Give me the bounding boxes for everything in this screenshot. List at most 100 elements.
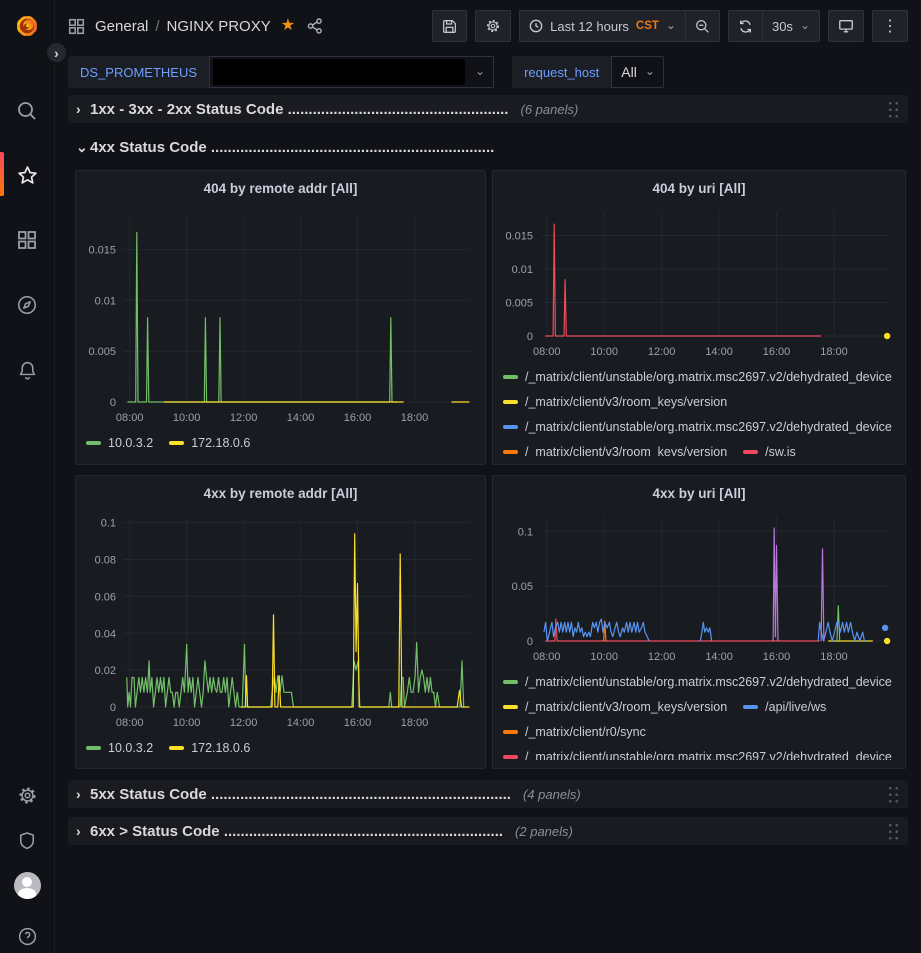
breadcrumb-dashboard-title: NGINX PROXY (167, 18, 271, 35)
grafana-dashboard: › General / NGINX PROXY ★ (0, 0, 921, 953)
legend-series-color (503, 400, 518, 404)
panel-legend: 10.0.3.2 172.18.0.6 (86, 735, 475, 760)
legend-item[interactable]: 172.18.0.6 (169, 735, 250, 760)
row-6xx[interactable]: › 6xx > Status Code ....................… (68, 817, 908, 845)
svg-text:16:00: 16:00 (763, 346, 791, 358)
legend-item[interactable]: /_matrix/client/unstable/org.matrix.msc2… (503, 414, 892, 439)
chevron-down-icon: ⌄ (475, 68, 485, 75)
dashboard-settings-button[interactable] (475, 10, 511, 42)
legend-series-label: /_matrix/client/v3/room_keys/version (525, 445, 727, 456)
sidebar-item-explore[interactable] (0, 288, 54, 322)
legend-series-color (743, 450, 758, 454)
svg-text:10:00: 10:00 (173, 412, 201, 424)
legend-series-label: 172.18.0.6 (191, 436, 250, 450)
variable-label-ds-prometheus[interactable]: DS_PROMETHEUS (68, 56, 209, 88)
save-dashboard-button[interactable] (432, 10, 467, 42)
row-dots: ........................................… (288, 101, 509, 118)
row-drag-handle[interactable] (887, 822, 900, 841)
sidebar (0, 0, 55, 953)
sidebar-item-starred[interactable] (0, 158, 54, 192)
row-title: 5xx Status Code (90, 786, 207, 803)
row-title: 6xx > Status Code (90, 823, 220, 840)
zoom-out-button[interactable] (685, 10, 720, 42)
svg-text:0.04: 0.04 (95, 628, 116, 640)
breadcrumb-separator: / (155, 18, 159, 35)
timeseries-chart[interactable]: 00.050.108:0010:0012:0014:0016:0018:00 (503, 507, 895, 667)
legend-series-color (169, 441, 184, 445)
breadcrumb-folder[interactable]: General (95, 18, 148, 35)
panel-title[interactable]: 404 by remote addr [All] (86, 178, 475, 202)
panel-4xx-by-uri: 4xx by uri [All] 00.050.108:0010:0012:00… (492, 475, 906, 769)
request-host-select[interactable]: All ⌄ (611, 56, 664, 88)
chevron-down-icon: ⌄ (800, 22, 810, 29)
redacted-value (213, 59, 465, 85)
server-admin-shield-icon[interactable] (0, 823, 54, 857)
legend-series-label: /sw.js (765, 445, 796, 456)
row-1xx-3xx-2xx[interactable]: › 1xx - 3xx - 2xx Status Code ..........… (68, 95, 908, 123)
legend-item[interactable]: /sw.js (743, 439, 796, 456)
svg-text:0.005: 0.005 (505, 298, 533, 310)
datasource-select[interactable]: ⌄ (209, 56, 494, 88)
legend-series-label: 10.0.3.2 (108, 741, 153, 755)
svg-text:0.1: 0.1 (101, 518, 116, 530)
cycle-view-mode-button[interactable] (828, 10, 864, 42)
svg-text:14:00: 14:00 (705, 346, 733, 358)
svg-text:0.01: 0.01 (95, 295, 116, 307)
kebab-icon: ⋮ (882, 16, 898, 36)
panel-title[interactable]: 4xx by remote addr [All] (86, 483, 475, 507)
legend-item[interactable]: /_matrix/client/unstable/org.matrix.msc2… (503, 744, 892, 760)
panel-title[interactable]: 4xx by uri [All] (503, 483, 895, 505)
variable-label-request-host[interactable]: request_host (512, 56, 611, 88)
svg-text:08:00: 08:00 (533, 651, 561, 663)
row-drag-handle[interactable] (887, 100, 900, 119)
chevron-down-icon: ⌄ (645, 68, 655, 75)
legend-series-label: /_matrix/client/v3/room_keys/version (525, 700, 727, 714)
row-4xx[interactable]: ⌄ 4xx Status Code ......................… (68, 133, 908, 161)
svg-text:18:00: 18:00 (820, 346, 848, 358)
legend-item[interactable]: 10.0.3.2 (86, 430, 153, 455)
legend-item[interactable]: 10.0.3.2 (86, 735, 153, 760)
panel-title[interactable]: 404 by uri [All] (503, 178, 895, 200)
row-5xx[interactable]: › 5xx Status Code ......................… (68, 780, 908, 808)
user-avatar[interactable] (0, 868, 54, 902)
timeseries-chart[interactable]: 00.0050.010.01508:0010:0012:0014:0016:00… (86, 204, 475, 428)
share-icon[interactable] (307, 18, 323, 34)
row-drag-handle[interactable] (887, 785, 900, 804)
grafana-logo-icon[interactable] (13, 12, 41, 40)
legend-item[interactable]: /_matrix/client/r0/sync (503, 719, 646, 744)
svg-text:10:00: 10:00 (590, 346, 618, 358)
sidebar-item-dashboards[interactable] (0, 223, 54, 257)
svg-text:0: 0 (110, 397, 116, 409)
refresh-button[interactable] (728, 10, 763, 42)
favorite-star-icon[interactable]: ★ (281, 18, 295, 34)
legend-item[interactable]: /_matrix/client/v3/room_keys/version (503, 389, 727, 414)
sidebar-item-alerting[interactable] (0, 353, 54, 387)
legend-item[interactable]: /_matrix/client/v3/room_keys/version (503, 694, 727, 719)
legend-item[interactable]: 172.18.0.6 (169, 430, 250, 455)
svg-text:12:00: 12:00 (230, 412, 258, 424)
legend-item[interactable]: /api/live/ws (743, 694, 826, 719)
svg-text:0.015: 0.015 (505, 231, 533, 243)
svg-text:0.05: 0.05 (512, 581, 533, 593)
timeseries-chart[interactable]: 00.020.040.060.080.108:0010:0012:0014:00… (86, 509, 475, 733)
row-panel-count: (2 panels) (515, 824, 573, 839)
legend-item[interactable]: /_matrix/client/unstable/org.matrix.msc2… (503, 669, 892, 694)
refresh-interval-picker[interactable]: 30s ⌄ (762, 10, 820, 42)
request-host-value: All (621, 64, 637, 80)
svg-text:12:00: 12:00 (230, 717, 258, 729)
svg-text:0.01: 0.01 (512, 264, 533, 276)
legend-item[interactable]: /_matrix/client/unstable/org.matrix.msc2… (503, 364, 892, 389)
more-options-button[interactable]: ⋮ (872, 10, 908, 42)
dashboard-header: General / NGINX PROXY ★ (55, 0, 921, 52)
settings-gear-icon[interactable] (0, 778, 54, 812)
search-icon[interactable] (0, 94, 54, 128)
help-icon[interactable] (0, 919, 54, 953)
svg-text:14:00: 14:00 (705, 651, 733, 663)
legend-item[interactable]: /_matrix/client/v3/room_keys/version (503, 439, 727, 456)
svg-text:0: 0 (527, 331, 533, 343)
time-range-picker[interactable]: Last 12 hours CST ⌄ (519, 10, 686, 42)
chevron-right-icon: › (76, 823, 90, 839)
sidebar-expand-button[interactable]: › (44, 40, 69, 65)
svg-text:18:00: 18:00 (401, 412, 429, 424)
timeseries-chart[interactable]: 00.0050.010.01508:0010:0012:0014:0016:00… (503, 202, 895, 362)
